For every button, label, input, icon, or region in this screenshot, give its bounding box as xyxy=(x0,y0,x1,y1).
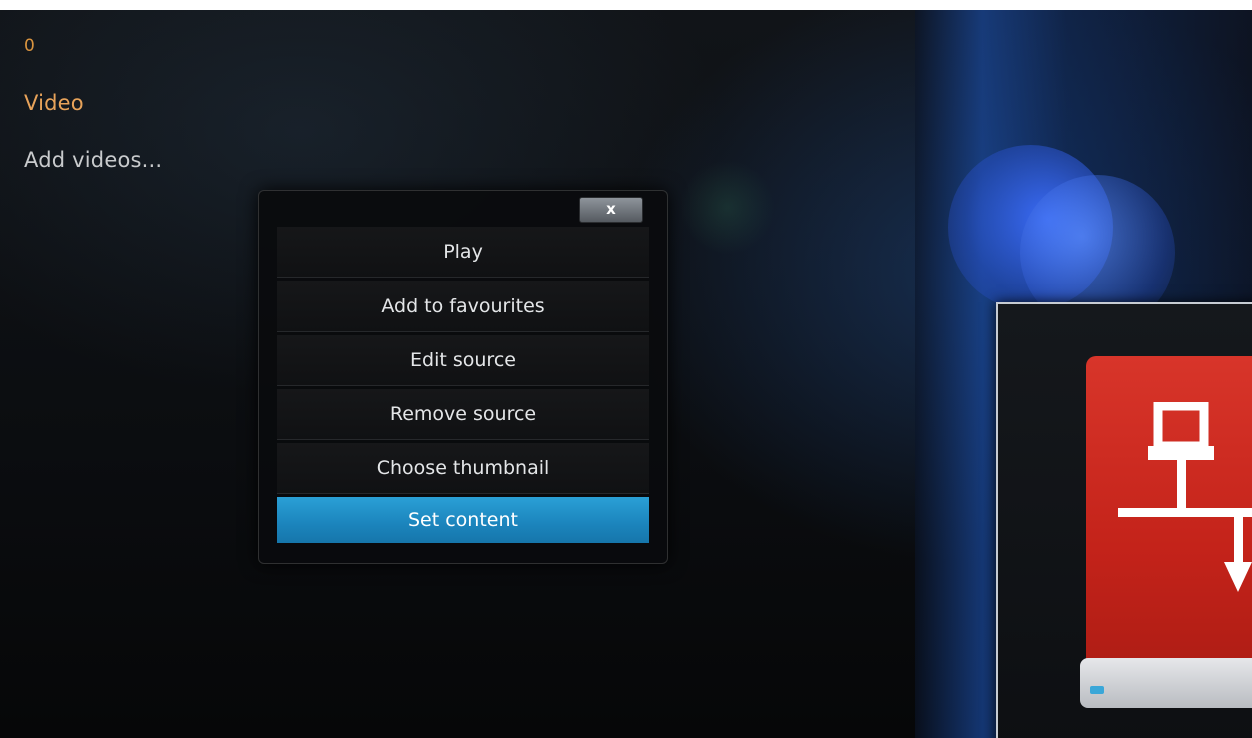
menu-item-play[interactable]: Play xyxy=(277,227,649,278)
source-list: 0 Video Add videos... xyxy=(24,32,162,203)
menu-item-edit-source[interactable]: Edit source xyxy=(277,335,649,386)
menu-item-set-content[interactable]: Set content xyxy=(277,497,649,543)
drive-base xyxy=(1080,658,1252,708)
context-menu-list: Play Add to favourites Edit source Remov… xyxy=(277,227,649,546)
context-menu: x Play Add to favourites Edit source Rem… xyxy=(258,190,668,564)
menu-item-add-to-favourites[interactable]: Add to favourites xyxy=(277,281,649,332)
menu-item-remove-source[interactable]: Remove source xyxy=(277,389,649,440)
network-tree-icon xyxy=(1118,402,1252,592)
menu-item-choose-thumbnail[interactable]: Choose thumbnail xyxy=(277,443,649,494)
section-title: Video xyxy=(24,91,84,115)
background-bokeh xyxy=(680,160,775,255)
drive-led-icon xyxy=(1090,686,1104,694)
item-count: 0 xyxy=(24,36,36,56)
close-button[interactable]: x xyxy=(579,197,643,223)
add-videos-item[interactable]: Add videos... xyxy=(24,146,162,174)
media-center-screen: 0 Video Add videos... x Play Add to favo… xyxy=(0,10,1252,738)
